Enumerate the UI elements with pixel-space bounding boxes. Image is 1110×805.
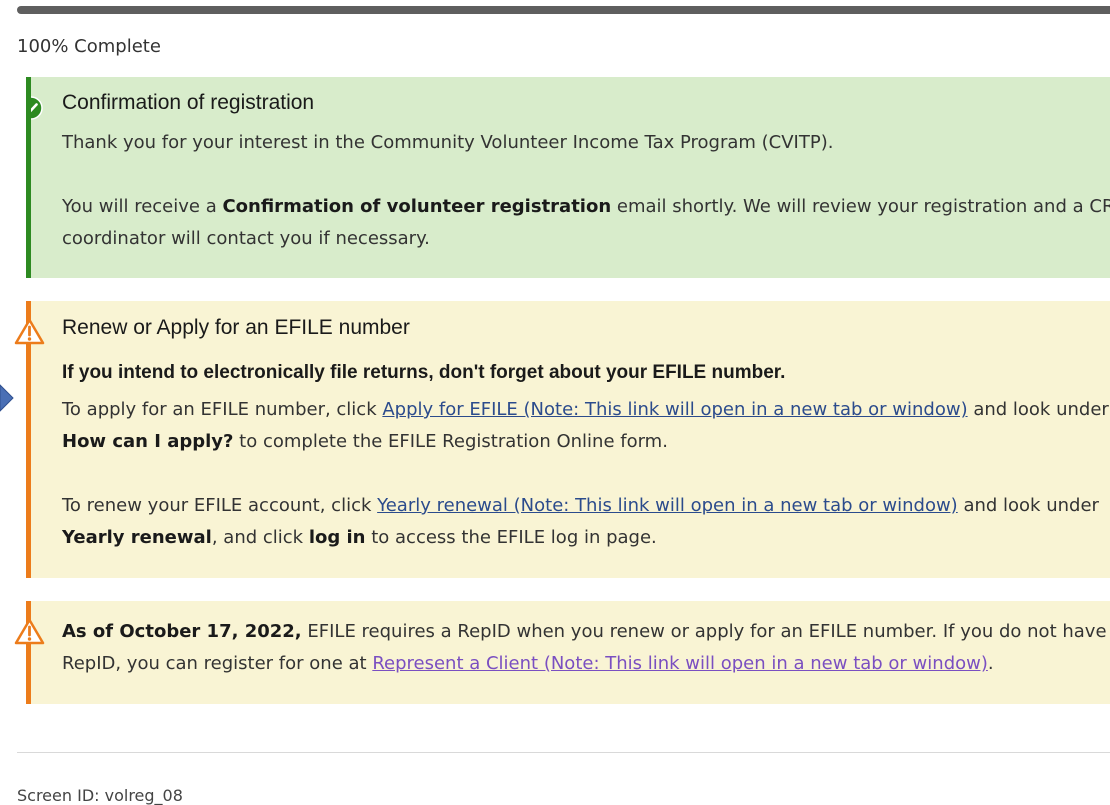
yearly-renewal-link[interactable]: Yearly renewal (Note: This link will ope… (377, 495, 958, 516)
confirmation-coordinator-text: coordinator will contact you if necessar… (62, 228, 430, 249)
efile-apply-text: To apply for an EFILE number, click Appl… (62, 399, 1109, 420)
apply-efile-link[interactable]: Apply for EFILE (Note: This link will op… (382, 399, 967, 420)
confirmation-alert: Confirmation of registration Thank you f… (26, 77, 1110, 278)
efile-alert: Renew or Apply for an EFILE number If yo… (26, 301, 1110, 578)
efile-renew-text: To renew your EFILE account, click Yearl… (62, 495, 1099, 516)
check-circle-icon (31, 96, 43, 120)
screen-id: Screen ID: volreg_08 (17, 786, 183, 805)
divider (17, 752, 1110, 753)
efile-subheading: If you intend to electronically file ret… (62, 362, 786, 383)
repid-text-2: RepID, you can register for one at Repre… (62, 653, 994, 674)
efile-heading: Renew or Apply for an EFILE number (62, 316, 410, 339)
chevron-right-icon[interactable] (0, 383, 14, 413)
warning-triangle-icon (14, 618, 45, 645)
efile-renew-text-2: Yearly renewal, and click log in to acce… (62, 527, 657, 548)
confirmation-email-text: You will receive a Confirmation of volun… (62, 196, 1110, 217)
efile-apply-text-2: How can I apply? to complete the EFILE R… (62, 431, 668, 452)
confirmation-heading: Confirmation of registration (62, 91, 315, 114)
progress-label: 100% Complete (17, 36, 161, 57)
represent-client-link[interactable]: Represent a Client (Note: This link will… (372, 653, 988, 674)
confirmation-text: Thank you for your interest in the Commu… (62, 132, 834, 153)
warning-triangle-icon (14, 318, 45, 345)
repid-text: As of October 17, 2022, EFILE requires a… (62, 621, 1110, 642)
progress-bar (17, 6, 1110, 14)
repid-alert: As of October 17, 2022, EFILE requires a… (26, 601, 1110, 704)
